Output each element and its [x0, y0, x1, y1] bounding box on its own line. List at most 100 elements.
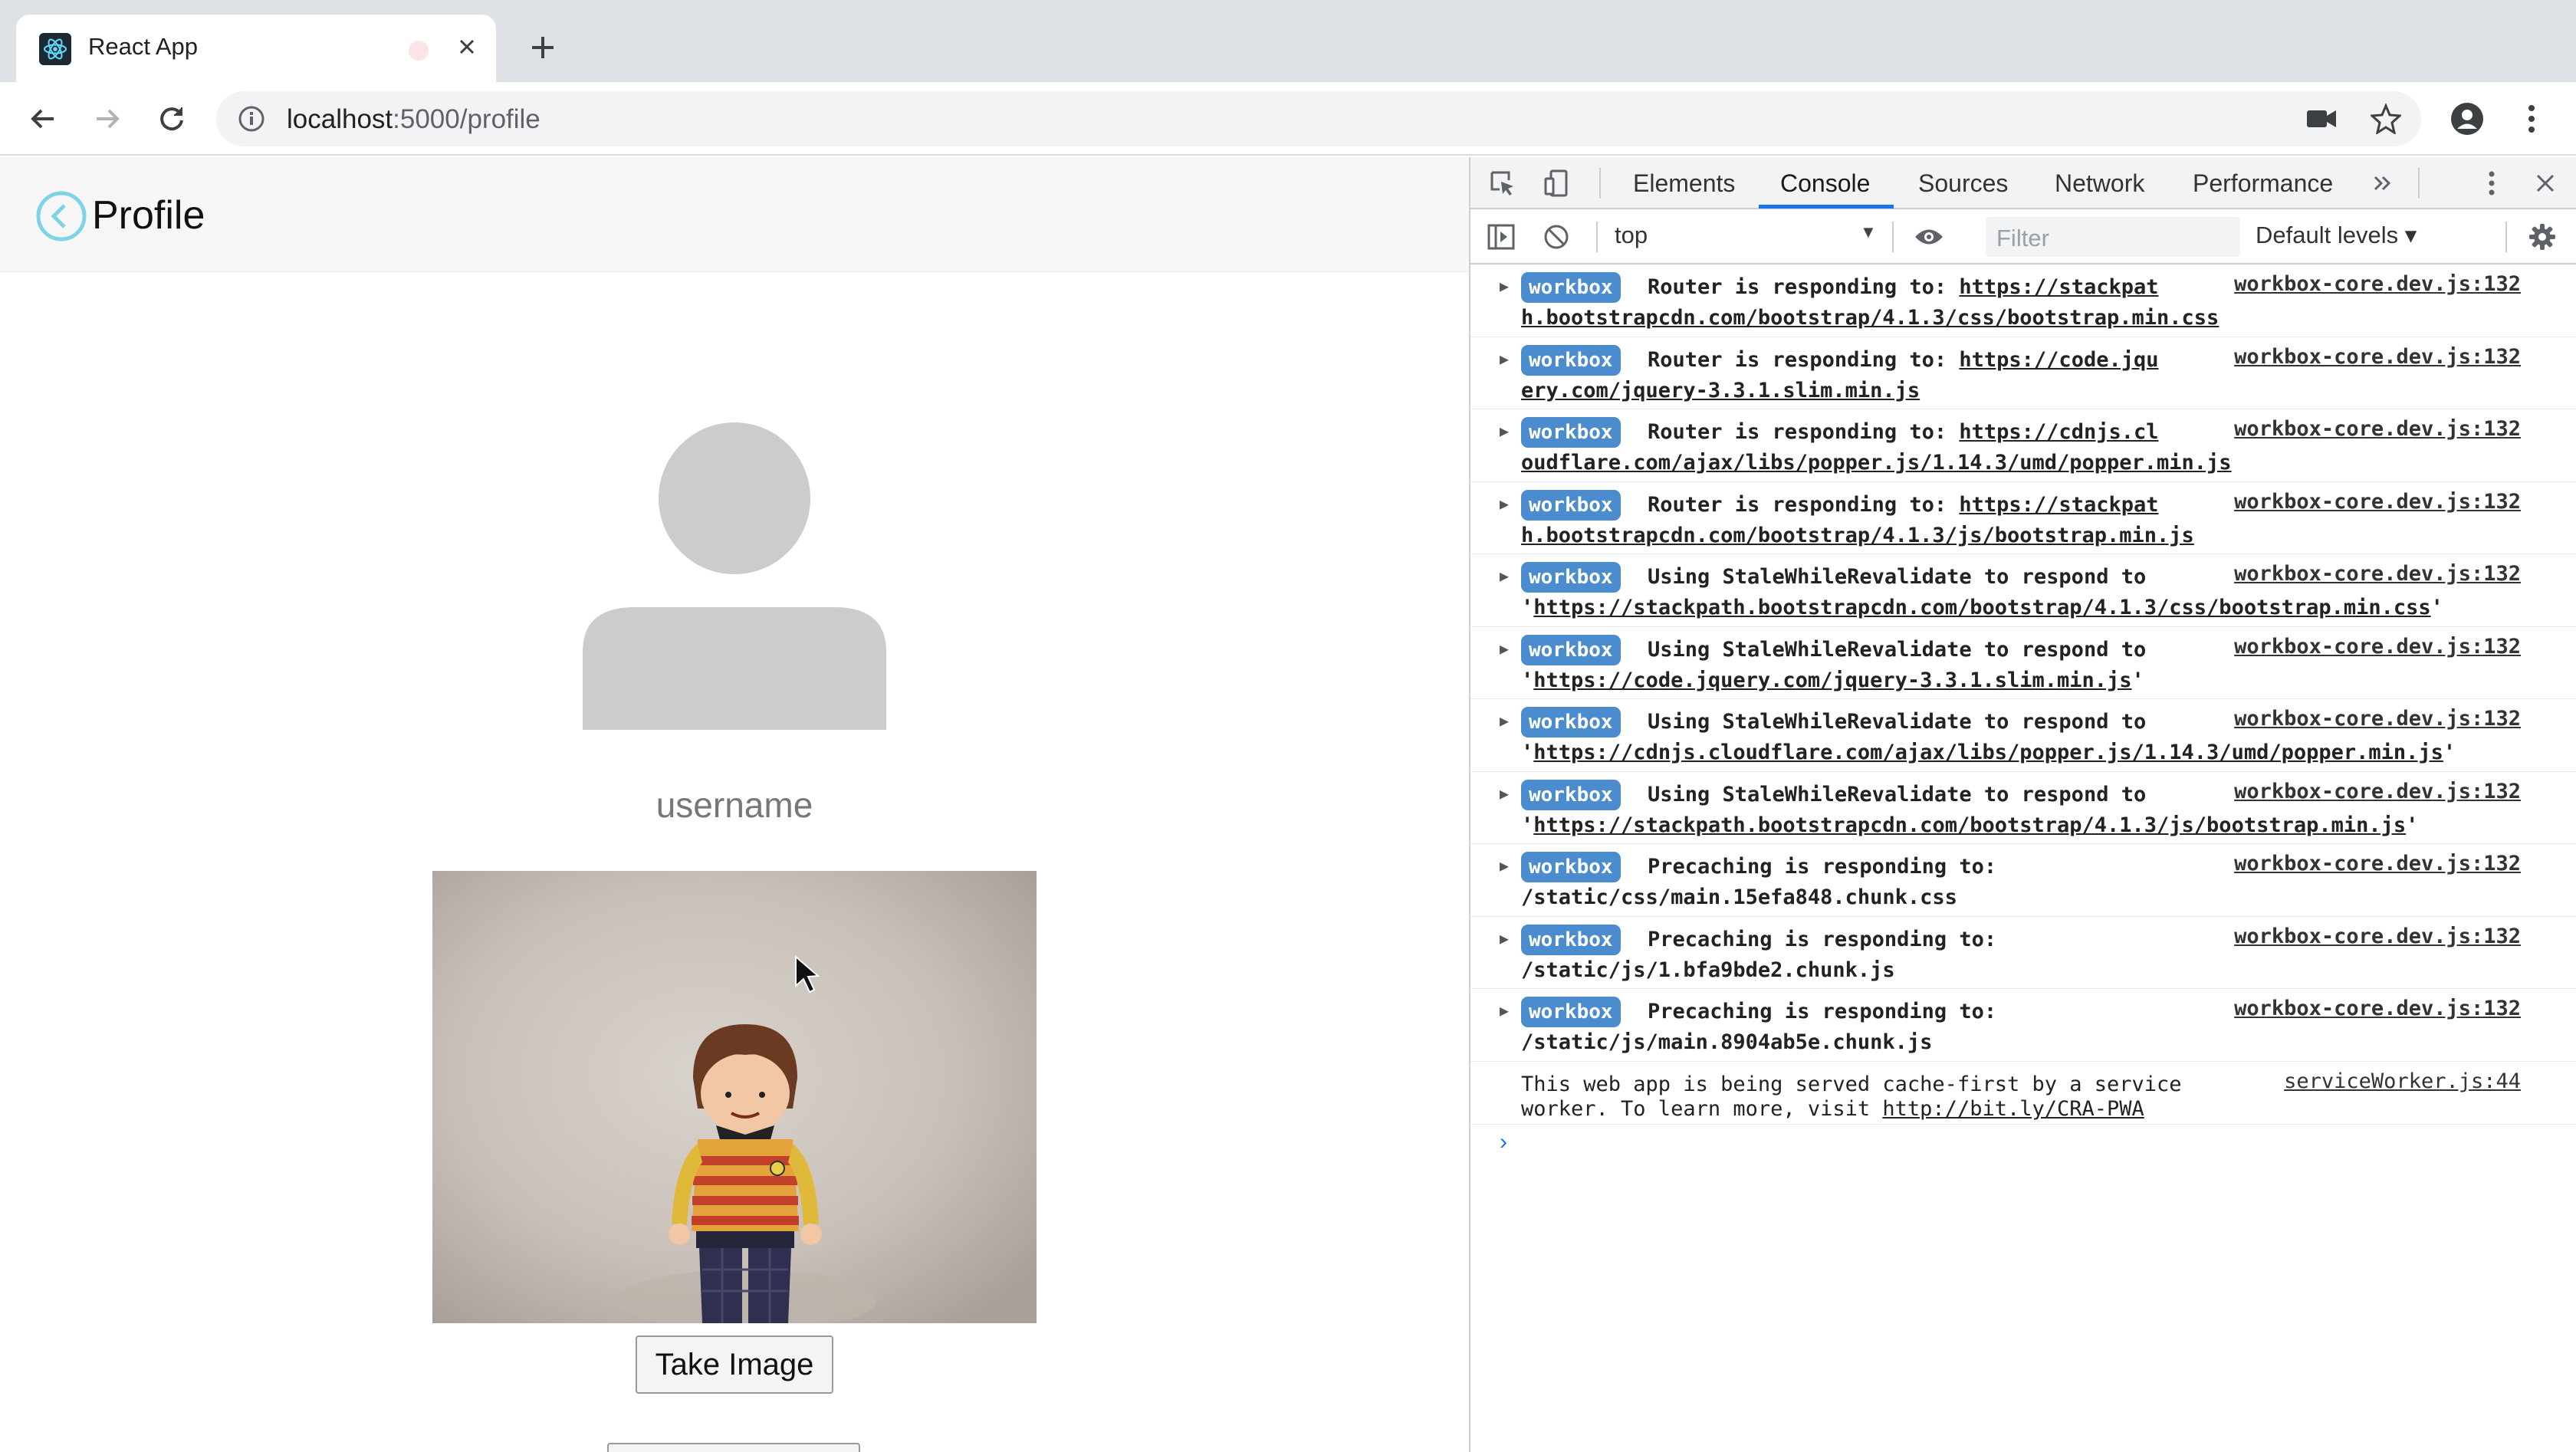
console-message[interactable]: ▶ workbox Precaching is responding to: /sta… [1470, 917, 2576, 989]
source-link[interactable]: workbox-core.dev.js:132 [2234, 272, 2521, 296]
back-circle-icon[interactable] [35, 190, 87, 242]
page-title: Profile [92, 193, 205, 238]
message-line-2: /static/js/main.8904ab5e.chunk.js [1521, 1030, 1932, 1054]
sidebar-toggle-icon[interactable] [1486, 222, 1516, 252]
message-link[interactable]: https://cdnjs.cl [1959, 420, 2158, 444]
expand-triangle-icon[interactable]: ▶ [1500, 1001, 1509, 1020]
inspect-element-icon[interactable] [1487, 168, 1518, 199]
source-link[interactable]: workbox-core.dev.js:132 [2234, 997, 2521, 1020]
workbox-badge: workbox [1521, 634, 1621, 665]
expand-triangle-icon[interactable]: ▶ [1500, 856, 1509, 875]
workbox-badge: workbox [1521, 707, 1621, 737]
expand-triangle-icon[interactable]: ▶ [1500, 711, 1509, 730]
message-line-2: worker. To learn more, visit http://bit.… [1521, 1097, 2144, 1121]
live-expression-eye-icon[interactable] [1914, 222, 1944, 252]
message-link[interactable]: http://bit.ly/CRA-PWA [1882, 1097, 2144, 1121]
console-message[interactable]: ▶ workbox Using StaleWhileRevalidate to re… [1470, 699, 2576, 772]
devtools-menu-icon[interactable] [2476, 168, 2507, 199]
message-line-1: Precaching is responding to: [1648, 1000, 1996, 1023]
console-message[interactable]: ▶ workbox Router is responding to: https:/… [1470, 482, 2576, 554]
tab-network[interactable]: Network [2055, 169, 2144, 198]
close-devtools-icon[interactable] [2530, 168, 2561, 199]
source-link[interactable]: workbox-core.dev.js:132 [2234, 417, 2521, 441]
console-message[interactable]: ▶ workbox Using StaleWhileRevalidate to re… [1470, 627, 2576, 699]
take-image-button[interactable]: Take Image [636, 1335, 833, 1394]
message-line-1: Router is responding to: https://cdnjs.c… [1648, 420, 2158, 444]
expand-triangle-icon[interactable]: ▶ [1500, 277, 1509, 295]
back-arrow-icon[interactable] [23, 99, 63, 139]
expand-triangle-icon[interactable]: ▶ [1500, 494, 1509, 513]
source-link[interactable]: workbox-core.dev.js:132 [2234, 780, 2521, 803]
profile-avatar-icon[interactable] [2447, 99, 2487, 139]
source-link[interactable]: serviceWorker.js:44 [2284, 1069, 2521, 1093]
source-link[interactable]: workbox-core.dev.js:132 [2234, 635, 2521, 659]
address-bar[interactable]: localhost:5000/profile [216, 91, 2421, 146]
expand-triangle-icon[interactable]: ▶ [1500, 422, 1509, 440]
message-link-cont[interactable]: h.bootstrapcdn.com/bootstrap/4.1.3/css/b… [1521, 306, 2219, 330]
source-link[interactable]: workbox-core.dev.js:132 [2234, 925, 2521, 948]
console-message[interactable]: ▶ workbox Router is responding to: https:/… [1470, 409, 2576, 482]
tab-elements[interactable]: Elements [1633, 169, 1735, 198]
close-tab-icon[interactable] [450, 30, 484, 64]
browser-tab[interactable]: React App [16, 15, 496, 82]
console-message[interactable]: ▶ workbox Using StaleWhileRevalidate to re… [1470, 554, 2576, 627]
message-text: Using StaleWhileRevalidate to respond to [1648, 637, 2147, 662]
message-link[interactable]: https://stackpat [1959, 275, 2158, 299]
message-tail: ' [2443, 741, 2456, 764]
workbox-badge: workbox [1521, 562, 1621, 593]
console-message-service-worker[interactable]: This web app is being served cache-first… [1470, 1062, 2576, 1125]
message-link-cont[interactable]: https://stackpath.bootstrapcdn.com/boots… [1533, 813, 2406, 837]
tab-performance[interactable]: Performance [2193, 169, 2333, 198]
console-message[interactable]: ▶ workbox Precaching is responding to: /sta… [1470, 844, 2576, 917]
console-filter-input[interactable]: Filter [1986, 217, 2240, 257]
bookmark-star-icon[interactable] [2366, 99, 2406, 139]
source-link[interactable]: workbox-core.dev.js:132 [2234, 490, 2521, 514]
message-link[interactable]: https://code.jqu [1959, 348, 2158, 372]
context-dropdown-icon[interactable]: ▼ [1860, 222, 1877, 242]
workbox-badge: workbox [1521, 489, 1621, 521]
console-filter-bar: top ▼ Filter Default levels ▾ [1470, 209, 2576, 264]
expand-triangle-icon[interactable]: ▶ [1500, 929, 1509, 948]
tab-console[interactable]: Console [1780, 169, 1870, 198]
new-tab-icon[interactable] [524, 29, 561, 66]
more-tabs-chevron-icon[interactable] [2367, 168, 2398, 199]
console-message[interactable]: ▶ workbox Router is responding to: https:/… [1470, 264, 2576, 337]
source-link[interactable]: workbox-core.dev.js:132 [2234, 852, 2521, 875]
message-link-cont[interactable]: https://code.jquery.com/jquery-3.3.1.sli… [1533, 669, 2131, 692]
message-link-cont[interactable]: h.bootstrapcdn.com/bootstrap/4.1.3/js/bo… [1521, 524, 2194, 547]
source-link[interactable]: workbox-core.dev.js:132 [2234, 345, 2521, 369]
console-message[interactable]: ▶ workbox Precaching is responding to: /sta… [1470, 989, 2576, 1062]
expand-triangle-icon[interactable]: ▶ [1500, 784, 1509, 803]
source-link[interactable]: workbox-core.dev.js:132 [2234, 562, 2521, 586]
message-link-cont[interactable]: https://stackpath.bootstrapcdn.com/boots… [1533, 596, 2430, 619]
toolbar-divider [2505, 222, 2507, 252]
next-button-partial[interactable] [607, 1443, 860, 1452]
message-link-cont[interactable]: https://cdnjs.cloudflare.com/ajax/libs/p… [1533, 741, 2443, 764]
message-line-1: Precaching is responding to: [1648, 928, 1996, 951]
tab-sources[interactable]: Sources [1918, 169, 2008, 198]
device-toolbar-icon[interactable] [1543, 168, 1573, 199]
browser-menu-icon[interactable] [2512, 99, 2551, 139]
message-link-cont[interactable]: oudflare.com/ajax/libs/popper.js/1.14.3/… [1521, 451, 2232, 475]
console-message[interactable]: ▶ workbox Router is responding to: https:/… [1470, 337, 2576, 409]
clear-console-icon[interactable] [1541, 222, 1572, 252]
expand-triangle-icon[interactable]: ▶ [1500, 567, 1509, 585]
message-link-cont[interactable]: ery.com/jquery-3.3.1.slim.min.js [1521, 379, 1920, 402]
log-levels-dropdown[interactable]: Default levels ▾ [2256, 222, 2417, 249]
console-settings-gear-icon[interactable] [2527, 222, 2558, 252]
expand-triangle-icon[interactable]: ▶ [1500, 350, 1509, 368]
forward-arrow-icon[interactable] [87, 99, 127, 139]
active-tab-indicator [1759, 205, 1894, 209]
reload-icon[interactable] [152, 99, 192, 139]
expand-triangle-icon[interactable]: ▶ [1500, 639, 1509, 658]
console-message[interactable]: ▶ workbox Using StaleWhileRevalidate to re… [1470, 772, 2576, 844]
source-link[interactable]: workbox-core.dev.js:132 [2234, 707, 2521, 731]
context-select[interactable]: top [1615, 222, 1875, 252]
console-prompt[interactable]: › [1470, 1125, 2576, 1163]
workbox-badge: workbox [1521, 924, 1621, 955]
toolbar-divider [1596, 222, 1598, 252]
message-line-2: ery.com/jquery-3.3.1.slim.min.js [1521, 379, 1920, 402]
message-link[interactable]: https://stackpat [1959, 493, 2158, 517]
info-icon[interactable] [238, 105, 265, 133]
camera-icon[interactable] [2302, 99, 2341, 139]
